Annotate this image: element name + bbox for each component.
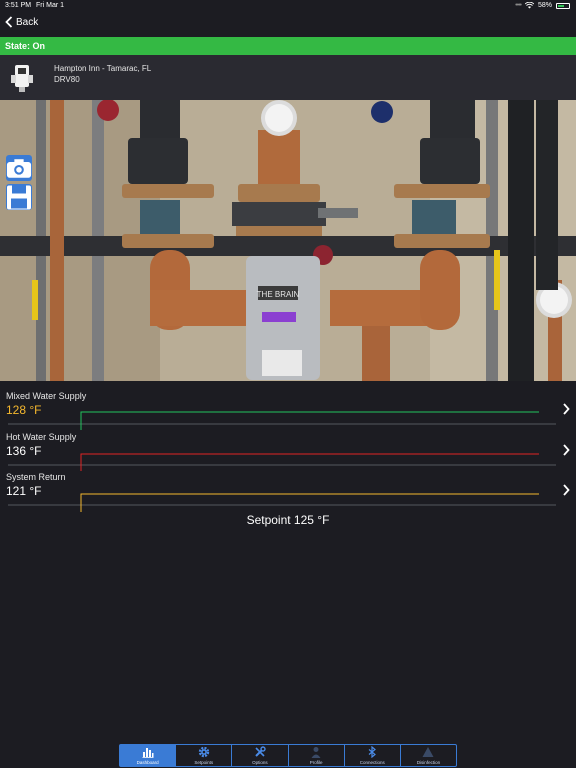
tab-label: Disinfection <box>416 760 441 765</box>
tab-options[interactable]: Options <box>232 745 289 766</box>
back-label: Back <box>16 16 39 28</box>
reading-label: System Return <box>6 472 66 482</box>
valve-device-icon <box>11 65 33 92</box>
signal-dots-icon: •••• <box>515 2 522 9</box>
warning-icon <box>422 747 434 757</box>
battery-icon <box>556 2 570 9</box>
setpoint-label: Setpoint 125 °F <box>246 513 330 527</box>
device-header: Hampton Inn - Tamarac, FL DRV80 <box>0 55 576 100</box>
reading-label: Mixed Water Supply <box>6 391 87 401</box>
tab-dashboard[interactable]: Dashboard <box>120 745 177 766</box>
battery-percent: 58% <box>537 2 552 9</box>
system-return-trend-line <box>8 493 556 512</box>
person-icon <box>311 747 321 758</box>
plumbing-photo-illustration: THE BRAIN <box>0 100 576 381</box>
bar-chart-icon <box>142 748 154 758</box>
reading-hot-water-supply[interactable]: Hot Water Supply 136 °F <box>0 422 576 471</box>
status-time: 3:51 PM <box>5 2 32 9</box>
reading-value: 121 °F <box>6 484 42 498</box>
back-button[interactable]: Back <box>5 16 38 28</box>
status-bar: 3:51 PM Fri Mar 1 •••• 58% <box>0 0 576 12</box>
tab-connections[interactable]: Connections <box>345 745 401 766</box>
tab-label: Connections <box>359 760 385 765</box>
state-text: State: On <box>5 41 46 51</box>
device-model: DRV80 <box>54 75 80 84</box>
tab-label: Profile <box>309 760 323 765</box>
chevron-right-icon <box>563 403 570 415</box>
svg-text:THE BRAIN: THE BRAIN <box>257 290 300 299</box>
floppy-disk-icon <box>7 185 31 209</box>
tab-profile[interactable]: Profile <box>289 745 345 766</box>
tab-label: Dashboard <box>136 760 159 765</box>
tab-label: Options <box>252 760 268 765</box>
chevron-left-icon <box>5 16 13 28</box>
device-photo: THE BRAIN <box>0 100 576 381</box>
reading-system-return[interactable]: System Return 121 °F <box>0 462 576 512</box>
device-name: Hampton Inn - Tamarac, FL <box>54 64 152 73</box>
state-bar: State: On <box>0 37 576 55</box>
bottom-tab-bar: Dashboard Setpoints Options Profile Conn… <box>119 744 457 767</box>
reading-value: 128 °F <box>6 403 42 417</box>
status-date: Fri Mar 1 <box>36 2 64 9</box>
status-right: •••• 58% <box>515 2 570 9</box>
wifi-icon <box>524 2 534 9</box>
reading-value: 136 °F <box>6 444 42 458</box>
bluetooth-icon <box>368 746 377 758</box>
chevron-right-icon <box>563 444 570 456</box>
tab-setpoints[interactable]: Setpoints <box>176 745 233 766</box>
tools-icon <box>255 746 266 757</box>
tab-disinfection[interactable]: Disinfection <box>401 745 456 766</box>
reading-mixed-water-supply[interactable]: Mixed Water Supply 128 °F <box>0 381 576 430</box>
gear-icon <box>198 746 209 758</box>
reading-label: Hot Water Supply <box>6 432 77 442</box>
save-button[interactable] <box>6 184 32 210</box>
chevron-right-icon <box>563 484 570 496</box>
nav-bar: Back <box>0 12 576 36</box>
tab-label: Setpoints <box>194 760 214 765</box>
